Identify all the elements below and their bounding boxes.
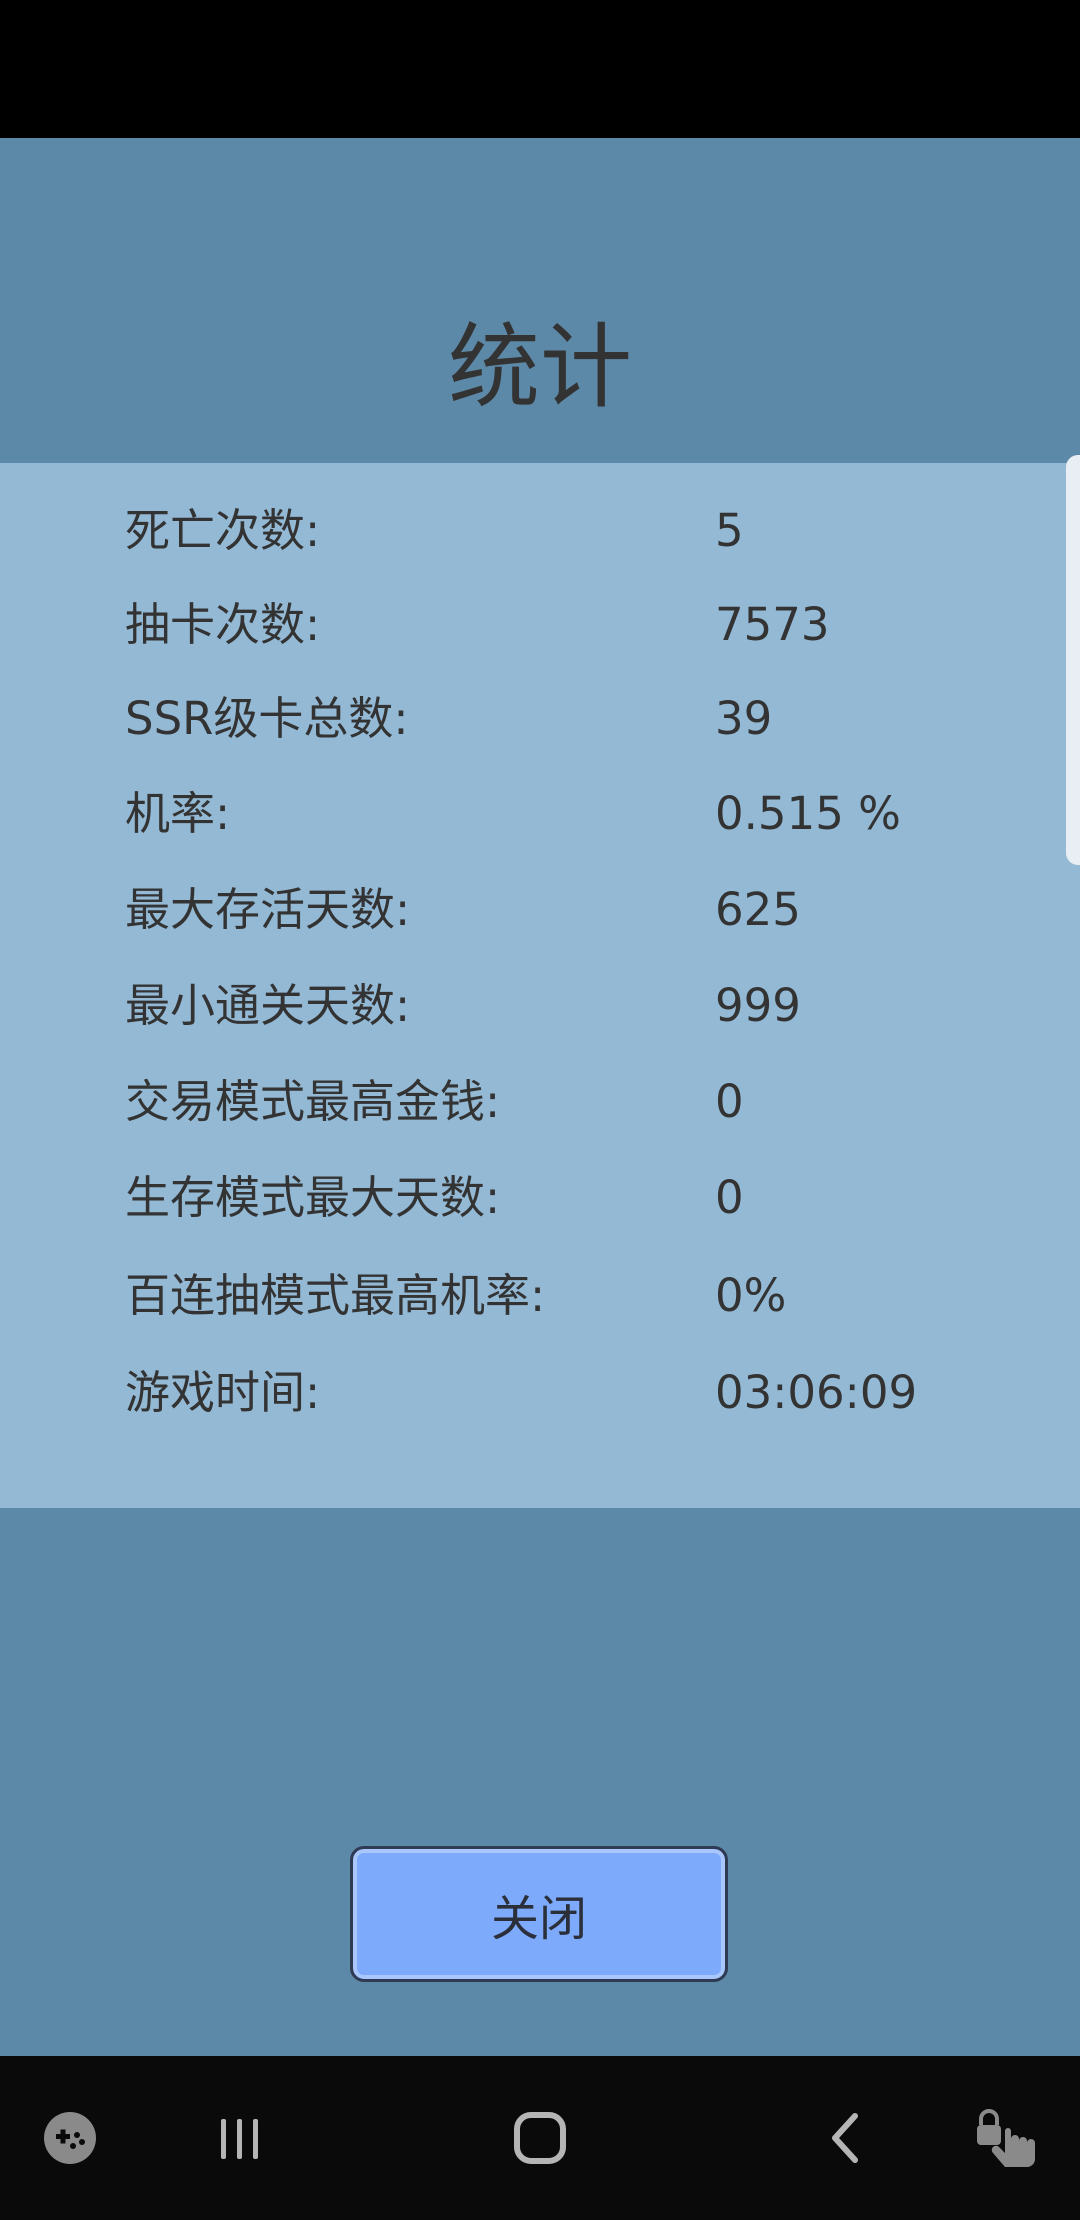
home-button[interactable]: [500, 2056, 580, 2220]
stat-row-survival-max-days: 生存模式最大天数: 0: [0, 1150, 1080, 1246]
stat-value: 03:06:09: [715, 1366, 918, 1419]
scrollbar-handle[interactable]: [1066, 455, 1080, 865]
stat-label: 机率:: [125, 787, 231, 840]
screen-lock-touch-button[interactable]: [965, 2056, 1055, 2220]
back-button[interactable]: [805, 2056, 885, 2220]
stat-row-ssr-total: SSR级卡总数: 39: [0, 671, 1080, 767]
close-button-label: 关闭: [490, 1891, 587, 1947]
recent-apps-icon: [221, 2119, 258, 2159]
stat-label: 最小通关天数:: [125, 979, 411, 1032]
home-icon: [514, 2112, 566, 2164]
stat-row-trade-max-money: 交易模式最高金钱: 0: [0, 1054, 1080, 1150]
stat-label: 死亡次数:: [125, 504, 321, 557]
stat-row-draws: 抽卡次数: 7573: [0, 577, 1080, 673]
stat-value: 5: [715, 504, 744, 557]
stat-label: 百连抽模式最高机率:: [125, 1269, 546, 1322]
stat-row-deaths: 死亡次数: 5: [0, 483, 1080, 579]
stat-label: 最大存活天数:: [125, 883, 411, 936]
game-launcher-button[interactable]: [30, 2056, 110, 2220]
stat-value: 0: [715, 1075, 744, 1128]
stat-label: 生存模式最大天数:: [125, 1171, 501, 1224]
stat-value: 0: [715, 1171, 744, 1224]
stat-value: 0%: [715, 1269, 787, 1322]
stat-row-max-survival-days: 最大存活天数: 625: [0, 862, 1080, 958]
stats-panel: 死亡次数: 5 抽卡次数: 7573 SSR级卡总数: 39 机率: 0.515…: [0, 463, 1080, 1508]
recent-apps-button[interactable]: [200, 2056, 280, 2220]
navigation-bar: [0, 2056, 1080, 2220]
close-button[interactable]: 关闭: [350, 1846, 728, 1982]
status-bar: [0, 0, 1080, 138]
stat-label: 游戏时间:: [125, 1366, 321, 1419]
stat-label: SSR级卡总数:: [125, 692, 409, 745]
stat-value: 999: [715, 979, 801, 1032]
screen-lock-touch-icon: [977, 2109, 1035, 2167]
stat-value: 39: [715, 692, 773, 745]
stat-row-hundred-draw-max-rate: 百连抽模式最高机率: 0%: [0, 1248, 1080, 1344]
stat-row-play-time: 游戏时间: 03:06:09: [0, 1345, 1080, 1441]
back-icon: [832, 2113, 858, 2163]
game-launcher-icon: [44, 2112, 96, 2164]
page-title: 统计: [447, 314, 632, 421]
stat-row-min-clear-days: 最小通关天数: 999: [0, 958, 1080, 1054]
stat-value: 7573: [715, 598, 830, 651]
stat-value: 0.515 %: [715, 787, 901, 840]
stat-label: 抽卡次数:: [125, 598, 321, 651]
statistics-screen: 统计 死亡次数: 5 抽卡次数: 7573 SSR级卡总数: 39 机率: 0.…: [0, 138, 1080, 2056]
stat-row-rate: 机率: 0.515 %: [0, 766, 1080, 862]
stat-label: 交易模式最高金钱:: [125, 1075, 501, 1128]
stat-value: 625: [715, 883, 801, 936]
